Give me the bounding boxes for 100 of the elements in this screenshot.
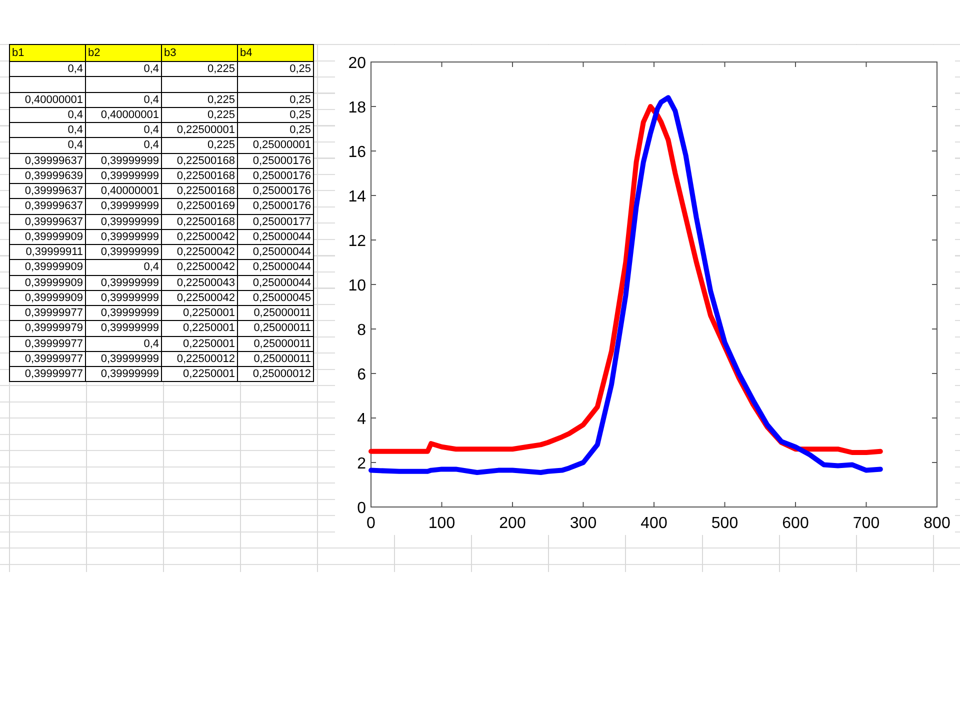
table-cell: 0,39999977: [10, 351, 86, 366]
table-cell: 0,39999909: [10, 275, 86, 290]
table-cell: 0,40000001: [86, 107, 162, 122]
table-cell: 0,225: [162, 107, 238, 122]
table-cell: 0,25000011: [238, 351, 314, 366]
y-tick-label: 10: [348, 278, 366, 294]
table-cell: 0,39999999: [86, 244, 162, 260]
x-tick-label: 600: [782, 515, 809, 532]
x-tick-label: 800: [924, 515, 950, 532]
column-header: b2: [86, 44, 162, 62]
x-tick-label: 700: [852, 515, 880, 532]
table-cell: 0,22500042: [162, 260, 238, 275]
table-cell: 0,39999977: [10, 366, 86, 382]
table-cell: 0,39999999: [86, 366, 162, 382]
y-tick-label: 4: [357, 411, 366, 428]
table-cell: 0,22500042: [162, 229, 238, 244]
table-cell: 0,25000044: [238, 244, 314, 260]
table-cell: 0,39999999: [86, 229, 162, 244]
table-cell: 0,225: [162, 92, 238, 108]
table-cell: 0,39999977: [10, 306, 86, 321]
table-cell: 0,22500168: [162, 184, 238, 199]
table-cell: 0,39999977: [10, 336, 86, 352]
table-cell: 0,4: [86, 62, 162, 77]
table-cell: 0,25: [238, 122, 314, 138]
y-tick-label: 12: [348, 233, 366, 250]
y-tick-label: 0: [357, 500, 366, 517]
table-cell: 0,225: [162, 138, 238, 153]
table-cell: 0,39999999: [86, 290, 162, 306]
table-cell: 0,22500012: [162, 351, 238, 366]
table-cell: 0,225: [162, 62, 238, 77]
table-cell: 0,22500001: [162, 122, 238, 138]
y-tick-label: 6: [357, 366, 366, 384]
table-cell: 0,4: [86, 92, 162, 108]
table-cell: 0,25000177: [238, 214, 314, 230]
table-cell: 0,4: [86, 138, 162, 153]
table-cell: 0,25000176: [238, 198, 314, 214]
table-cell: 0,39999999: [86, 153, 162, 168]
x-tick-label: 400: [640, 515, 668, 532]
table-cell: 0,25000176: [238, 184, 314, 199]
table-cell: 0,39999637: [10, 184, 86, 199]
table-cell: 0,4: [86, 122, 162, 138]
y-tick-label: 16: [348, 144, 366, 161]
table-cell: 0,22500043: [162, 275, 238, 290]
y-tick-label: 14: [348, 188, 366, 206]
table-cell: 0,2250001: [162, 336, 238, 352]
table-cell: 0,22500169: [162, 198, 238, 214]
table-cell: 0,39999999: [86, 351, 162, 366]
table-cell: 0,39999999: [86, 275, 162, 290]
table-cell: 0,22500042: [162, 290, 238, 306]
column-header: b3: [162, 44, 238, 62]
y-tick-label: 8: [357, 322, 366, 339]
table-cell: 0,39999999: [86, 198, 162, 214]
table-cell: 0,22500168: [162, 214, 238, 230]
table-cell: 0,39999909: [10, 229, 86, 244]
y-tick-label: 20: [348, 55, 366, 72]
table-cell: 0,4: [10, 122, 86, 138]
table-cell: 0,4: [10, 138, 86, 153]
table-cell: 0,25: [238, 62, 314, 77]
table-cell: 0,4: [10, 62, 86, 77]
table-cell: 0,25000176: [238, 153, 314, 168]
table-cell: 0,25000176: [238, 168, 314, 184]
table-cell: 0,25000044: [238, 275, 314, 290]
table-cell: 0,2250001: [162, 306, 238, 321]
table-cell: 0,22500042: [162, 244, 238, 260]
x-tick-label: 100: [428, 515, 456, 532]
table-cell: 0,39999639: [10, 168, 86, 184]
table-cell: 0,39999637: [10, 214, 86, 230]
table-cell: 0,25000011: [238, 306, 314, 321]
column-header: b1: [10, 44, 86, 62]
table-cell: 0,4: [86, 260, 162, 275]
table-cell: 0,39999999: [86, 214, 162, 230]
table-cell: 0,22500168: [162, 168, 238, 184]
table-cell: 0,39999979: [10, 320, 86, 336]
table-cell: 0,2250001: [162, 320, 238, 336]
x-tick-label: 200: [499, 515, 526, 532]
table-cell: 0,39999911: [10, 244, 86, 260]
table-cell: 0,25000011: [238, 320, 314, 336]
table-cell: 0,25000001: [238, 138, 314, 153]
table-cell: 0,39999637: [10, 153, 86, 168]
table-cell: 0,40000001: [10, 92, 86, 108]
table-cell: 0,25: [238, 92, 314, 108]
table-cell: 0,39999637: [10, 198, 86, 214]
table-cell: 0,4: [10, 107, 86, 122]
table-cell: 0,39999999: [86, 306, 162, 321]
table-cell: 0,22500168: [162, 153, 238, 168]
table-cell: 0,39999999: [86, 168, 162, 184]
table-cell: 0,40000001: [86, 184, 162, 199]
table-cell: 0,39999999: [86, 320, 162, 336]
table-cell: 0,2250001: [162, 366, 238, 382]
y-tick-label: 2: [357, 456, 366, 472]
table-cell: 0,4: [86, 336, 162, 352]
x-tick-label: 0: [366, 515, 376, 532]
x-tick-label: 300: [570, 515, 597, 532]
table-cell: 0,25000045: [238, 290, 314, 306]
table-cell: 0,39999909: [10, 260, 86, 275]
table-cell: 0,25000011: [238, 336, 314, 352]
x-tick-label: 500: [711, 515, 738, 532]
table-cell: 0,39999909: [10, 290, 86, 306]
table-cell: 0,25000044: [238, 229, 314, 244]
table-cell: 0,25000044: [238, 260, 314, 275]
